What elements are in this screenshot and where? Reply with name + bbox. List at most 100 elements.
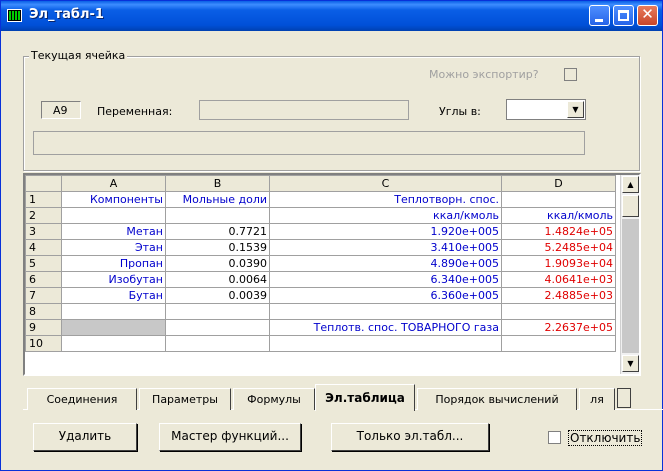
function-wizard-button[interactable]: Мастер функций... [159, 423, 301, 451]
table-row: 9 Теплотв. спос. ТОВАРНОГО газа 2.2637e+… [25, 319, 616, 336]
maximize-icon [618, 10, 629, 21]
column-header-c[interactable]: C [269, 175, 502, 192]
disable-label[interactable]: Отключить [568, 430, 643, 446]
tab-connections[interactable]: Соединения [27, 388, 137, 410]
grid-cell[interactable]: 2.2637e+05 [501, 319, 616, 336]
spreadsheet-app-icon [7, 9, 22, 22]
grid-cell[interactable] [501, 191, 616, 208]
grid-cell[interactable]: 6.340e+005 [269, 271, 502, 288]
grid-cell[interactable]: 3.410e+005 [269, 239, 502, 256]
grid-cell[interactable]: 4.0641e+03 [501, 271, 616, 288]
grid-cell[interactable]: Бутан [61, 287, 166, 304]
row-header[interactable]: 9 [25, 319, 62, 336]
row-header[interactable]: 4 [25, 239, 62, 256]
grid-cell[interactable]: ккал/кмоль [501, 207, 616, 224]
grid-cell[interactable] [501, 335, 616, 352]
row-header[interactable]: 1 [25, 191, 62, 208]
vertical-scrollbar[interactable]: ▲ ▼ [620, 175, 639, 374]
only-sheet-button[interactable]: Только эл.табл... [331, 423, 489, 451]
table-row: 5 Пропан 0.0390 4.890e+005 1.9093e+04 [25, 255, 616, 272]
table-row: 7 Бутан 0.0039 6.360e+005 2.4885e+03 [25, 287, 616, 304]
export-checkbox[interactable] [564, 68, 577, 81]
formula-field[interactable] [33, 131, 585, 155]
grid-cell[interactable]: Теплотворн. спос. [269, 191, 502, 208]
disable-checkbox[interactable] [548, 431, 561, 444]
tab-scroll-left-icon[interactable] [617, 388, 631, 408]
grid-cell[interactable]: 1.9093e+04 [501, 255, 616, 272]
grid-cell[interactable] [165, 207, 270, 224]
grid-cell[interactable] [61, 335, 166, 352]
tab-strip: Соединения Параметры Формулы Эл.таблица … [23, 384, 663, 412]
minimize-icon [595, 19, 603, 22]
scroll-up-icon[interactable]: ▲ [622, 176, 639, 193]
grid-cell[interactable]: 4.890e+005 [269, 255, 502, 272]
grid-cell[interactable] [61, 207, 166, 224]
grid-cell[interactable]: ккал/кмоль [269, 207, 502, 224]
row-header[interactable]: 7 [25, 287, 62, 304]
tab-calculation-order[interactable]: Порядок вычислений [417, 388, 577, 410]
minimize-button[interactable] [589, 5, 610, 26]
table-row: 3 Метан 0.7721 1.920e+005 1.4824e+05 [25, 223, 616, 240]
close-button[interactable]: ✕ [637, 5, 658, 26]
spreadsheet-window: Эл_табл-1 ✕ Текущая ячейка Можно экспорт… [0, 0, 663, 471]
grid-cell[interactable]: 0.0064 [165, 271, 270, 288]
grid-cell[interactable]: 1.920e+005 [269, 223, 502, 240]
row-header[interactable]: 3 [25, 223, 62, 240]
grid-cell[interactable]: Теплотв. спос. ТОВАРНОГО газа [269, 319, 502, 336]
grid-table: A B C D 1 Компоненты Мольные доли Теплот… [25, 175, 616, 352]
tab-parameters[interactable]: Параметры [139, 388, 231, 410]
export-label: Можно экспортир? [429, 68, 539, 81]
tab-truncated[interactable]: ля [579, 388, 615, 410]
grid-cell[interactable]: 5.2485e+04 [501, 239, 616, 256]
table-row: 6 Изобутан 0.0064 6.340e+005 4.0641e+03 [25, 271, 616, 288]
grid-cell[interactable] [165, 335, 270, 352]
row-header[interactable]: 2 [25, 207, 62, 224]
variable-field[interactable] [199, 100, 409, 120]
grid-cell[interactable]: 2.4885e+03 [501, 287, 616, 304]
grid-cell[interactable]: 0.0390 [165, 255, 270, 272]
title-bar[interactable]: Эл_табл-1 ✕ [1, 1, 662, 31]
table-row: 8 [25, 303, 616, 320]
table-row: 10 [25, 335, 616, 352]
row-header[interactable]: 8 [25, 303, 62, 320]
angles-select[interactable]: ▼ [506, 99, 586, 120]
table-row: 2 ккал/кмоль ккал/кмоль [25, 207, 616, 224]
grid-cell[interactable]: Мольные доли [165, 191, 270, 208]
grid-cell[interactable] [61, 303, 166, 320]
grid-cell[interactable] [269, 303, 502, 320]
grid-cell[interactable]: Пропан [61, 255, 166, 272]
grid-cell[interactable]: 0.0039 [165, 287, 270, 304]
grid-cell[interactable]: 0.1539 [165, 239, 270, 256]
grid-cell[interactable] [165, 303, 270, 320]
grid-cell[interactable]: Изобутан [61, 271, 166, 288]
row-header[interactable]: 6 [25, 271, 62, 288]
maximize-button[interactable] [613, 5, 634, 26]
row-header[interactable]: 10 [25, 335, 62, 352]
grid-cell[interactable]: 6.360e+005 [269, 287, 502, 304]
grid-cell[interactable]: Компоненты [61, 191, 166, 208]
grid-cell[interactable] [269, 335, 502, 352]
grid-cell[interactable] [501, 303, 616, 320]
variable-label: Переменная: [97, 105, 173, 118]
column-header-a[interactable]: A [61, 175, 166, 192]
grid-cell[interactable]: Метан [61, 223, 166, 240]
tab-formulas[interactable]: Формулы [233, 388, 315, 410]
selected-cell[interactable] [61, 319, 166, 336]
grid-cell[interactable]: 0.7721 [165, 223, 270, 240]
scroll-track[interactable] [622, 219, 639, 353]
grid-cell[interactable]: Этан [61, 239, 166, 256]
row-header[interactable]: 5 [25, 255, 62, 272]
corner-header[interactable] [25, 175, 62, 192]
scroll-down-icon[interactable]: ▼ [622, 355, 639, 372]
close-icon: ✕ [641, 5, 654, 23]
angles-label: Углы в: [439, 105, 481, 118]
delete-button[interactable]: Удалить [33, 423, 137, 451]
tab-spreadsheet[interactable]: Эл.таблица [315, 384, 415, 411]
scroll-thumb[interactable] [622, 195, 639, 217]
table-row: 1 Компоненты Мольные доли Теплотворн. сп… [25, 191, 616, 208]
column-header-d[interactable]: D [501, 175, 616, 192]
column-header-b[interactable]: B [165, 175, 270, 192]
chevron-down-icon[interactable]: ▼ [567, 101, 584, 118]
grid-cell[interactable]: 1.4824e+05 [501, 223, 616, 240]
grid-cell[interactable] [165, 319, 270, 336]
